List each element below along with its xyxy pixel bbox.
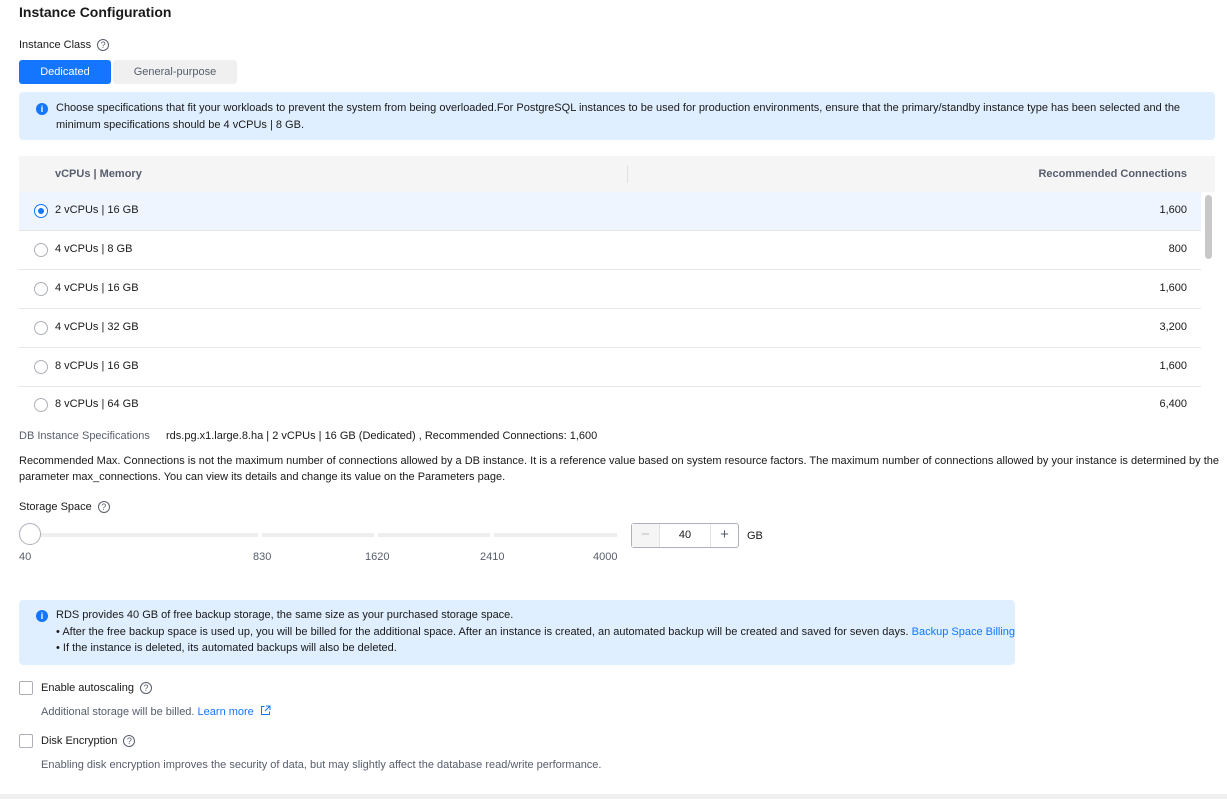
row-radio[interactable] xyxy=(34,243,48,257)
slider-track-segment[interactable] xyxy=(30,533,258,537)
spec-info-line2: minimum specifications should be 4 vCPUs… xyxy=(56,119,305,131)
section-title: Instance Configuration xyxy=(19,4,172,20)
row-spec: 4 vCPUs | 8 GB xyxy=(55,243,133,255)
row-connections: 1,600 xyxy=(1159,360,1187,372)
slider-track-segment[interactable] xyxy=(494,533,617,537)
disk-encryption-label: Disk Encryption xyxy=(41,735,118,747)
slider-track-segment[interactable] xyxy=(378,533,490,537)
connections-note-line1: Recommended Max. Connections is not the … xyxy=(19,455,1219,467)
row-radio[interactable] xyxy=(34,398,48,412)
column-header-spec: vCPUs | Memory xyxy=(55,168,142,180)
row-radio[interactable] xyxy=(34,321,48,335)
help-icon[interactable]: ? xyxy=(97,39,110,52)
instance-class-general-purpose-button[interactable]: General-purpose xyxy=(113,60,237,84)
row-connections: 6,400 xyxy=(1159,398,1187,410)
column-divider xyxy=(627,165,628,183)
db-spec-value: rds.pg.x1.large.8.ha | 2 vCPUs | 16 GB (… xyxy=(166,430,598,442)
row-radio[interactable] xyxy=(34,360,48,374)
table-row[interactable]: 4 vCPUs | 16 GB 1,600 xyxy=(19,270,1201,309)
storage-stepper: − 40 + xyxy=(631,523,739,548)
decrement-button[interactable]: − xyxy=(632,524,660,547)
increment-button[interactable]: + xyxy=(710,524,738,547)
backup-info-bullet1: • After the free backup space is used up… xyxy=(56,626,1016,638)
spec-info-line1: Choose specifications that fit your work… xyxy=(56,102,1181,114)
row-radio[interactable] xyxy=(34,282,48,296)
backup-info-bullet2-text: If the instance is deleted, its automate… xyxy=(62,642,397,654)
help-icon[interactable]: ? xyxy=(123,735,136,748)
spec-info-banner: i Choose specifications that fit your wo… xyxy=(19,92,1215,140)
slider-tick-label: 830 xyxy=(253,551,272,563)
row-connections: 1,600 xyxy=(1159,282,1187,294)
slider-tick-label: 40 xyxy=(19,551,32,563)
info-icon: i xyxy=(36,103,48,115)
disk-encryption-field: Disk Encryption? xyxy=(41,735,136,748)
bottom-divider xyxy=(0,794,1227,799)
backup-info-banner: i RDS provides 40 GB of free backup stor… xyxy=(19,600,1015,665)
help-icon[interactable]: ? xyxy=(139,682,152,695)
slider-tick-label: 1620 xyxy=(365,551,390,563)
info-icon: i xyxy=(36,610,48,622)
row-spec: 8 vCPUs | 16 GB xyxy=(55,360,139,372)
backup-space-billing-link[interactable]: Backup Space Billing xyxy=(912,626,1015,638)
column-header-connections: Recommended Connections xyxy=(1038,168,1187,180)
backup-info-bullet1-text: After the free backup space is used up, … xyxy=(62,626,909,638)
autoscaling-checkbox[interactable] xyxy=(19,681,33,695)
autoscaling-note-text: Additional storage will be billed. xyxy=(41,706,195,718)
instance-class-dedicated-button[interactable]: Dedicated xyxy=(19,60,111,84)
row-radio[interactable] xyxy=(34,204,48,218)
storage-unit: GB xyxy=(747,530,763,542)
row-spec: 4 vCPUs | 32 GB xyxy=(55,321,139,333)
instance-class-label: Instance Class xyxy=(19,39,92,51)
autoscaling-label: Enable autoscaling xyxy=(41,682,134,694)
db-spec-label: DB Instance Specifications xyxy=(19,430,150,442)
row-spec: 2 vCPUs | 16 GB xyxy=(55,204,139,216)
help-icon[interactable]: ? xyxy=(97,501,110,514)
table-row[interactable]: 8 vCPUs | 64 GB 6,400 xyxy=(19,386,1201,425)
disk-encryption-checkbox[interactable] xyxy=(19,734,33,748)
row-spec: 8 vCPUs | 64 GB xyxy=(55,398,139,410)
slider-track-segment[interactable] xyxy=(262,533,374,537)
instance-class-field: Instance Class? xyxy=(19,39,110,52)
row-connections: 800 xyxy=(1168,243,1187,255)
table-row[interactable]: 4 vCPUs | 8 GB 800 xyxy=(19,231,1201,270)
row-spec: 4 vCPUs | 16 GB xyxy=(55,282,139,294)
learn-more-link[interactable]: Learn more xyxy=(198,706,254,718)
slider-tick-label: 2410 xyxy=(480,551,505,563)
storage-space-label: Storage Space xyxy=(19,501,92,513)
slider-tick-label: 4000 xyxy=(593,551,618,563)
autoscaling-field: Enable autoscaling? xyxy=(41,682,152,695)
backup-info-line1: RDS provides 40 GB of free backup storag… xyxy=(56,609,514,621)
row-connections: 3,200 xyxy=(1159,321,1187,333)
storage-space-field: Storage Space? xyxy=(19,501,110,514)
connections-note-line2: parameter max_connections. You can view … xyxy=(19,471,506,483)
row-connections: 1,600 xyxy=(1159,204,1187,216)
storage-slider-handle[interactable] xyxy=(19,523,41,545)
table-row[interactable]: 2 vCPUs | 16 GB 1,600 xyxy=(19,192,1201,231)
external-link-icon[interactable] xyxy=(260,705,271,716)
table-row[interactable]: 8 vCPUs | 16 GB 1,600 xyxy=(19,348,1201,387)
table-scrollbar[interactable] xyxy=(1205,195,1212,259)
storage-input[interactable]: 40 xyxy=(660,524,710,547)
autoscaling-note: Additional storage will be billed. Learn… xyxy=(41,705,271,718)
spec-table-header: vCPUs | Memory Recommended Connections xyxy=(19,156,1215,192)
backup-info-bullet2: • If the instance is deleted, its automa… xyxy=(56,642,397,654)
table-row[interactable]: 4 vCPUs | 32 GB 3,200 xyxy=(19,309,1201,348)
disk-encryption-note: Enabling disk encryption improves the se… xyxy=(41,759,602,771)
